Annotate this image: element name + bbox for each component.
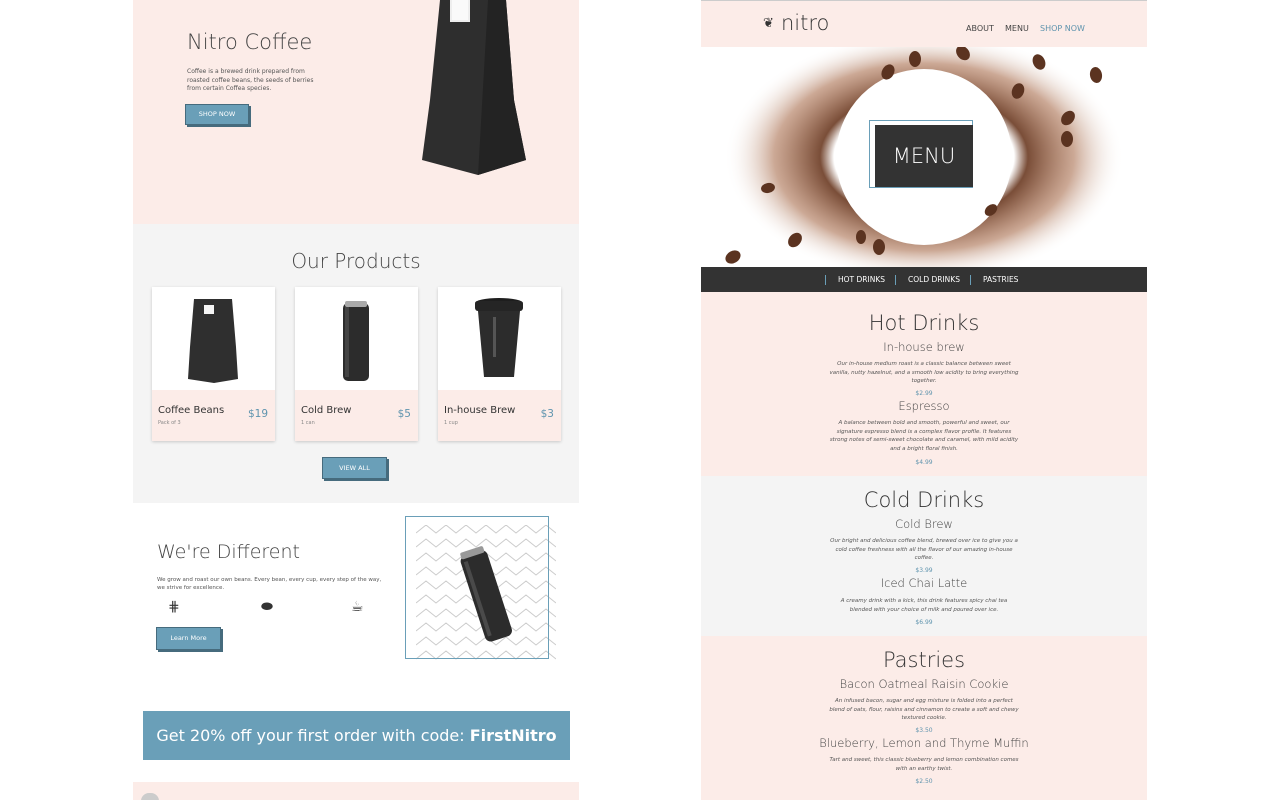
product-name: Coffee Beans bbox=[158, 405, 225, 416]
hero-title: Nitro Coffee bbox=[187, 30, 313, 54]
view-all-button[interactable]: VIEW ALL bbox=[322, 457, 387, 479]
shop-now-button[interactable]: SHOP NOW bbox=[185, 104, 249, 125]
logo[interactable]: nitro bbox=[781, 11, 829, 35]
menu-item-description: A balance between bold and smooth, power… bbox=[829, 420, 1019, 452]
menu-item-name: In-house brew bbox=[883, 340, 965, 354]
product-price: $5 bbox=[397, 408, 411, 420]
menu-item-name: Bacon Oatmeal Raisin Cookie bbox=[839, 677, 1009, 691]
menu-item-description: Our in-house medium roast is a classic b… bbox=[829, 361, 1019, 384]
coffee-cup-icon: ☕ bbox=[351, 599, 364, 615]
product-card[interactable]: In-house Brew 1 cup $3 bbox=[438, 287, 561, 441]
top-nav: ❦ nitro ABOUT MENU SHOP NOW bbox=[701, 0, 1147, 47]
menu-item-price: $2.99 bbox=[915, 390, 933, 397]
cold-brew-can-image bbox=[343, 301, 369, 381]
section-title: Cold Drinks bbox=[863, 488, 985, 512]
product-info: Cold Brew 1 can $5 bbox=[295, 390, 418, 441]
different-section: We're Different We grow and roast our ow… bbox=[133, 503, 579, 683]
menu-item-description: A creamy drink with a kick, this drink f… bbox=[840, 598, 1008, 613]
menu-item-name: Blueberry, Lemon and Thyme Muffin bbox=[819, 736, 1029, 750]
menu-item-price: $4.99 bbox=[915, 459, 933, 466]
tab-pastries[interactable]: PASTRIES bbox=[970, 275, 1018, 285]
menu-page-preview: ❦ nitro ABOUT MENU SHOP NOW MENU HOT DRI… bbox=[701, 0, 1147, 800]
section-title: Pastries bbox=[882, 648, 966, 672]
different-title: We're Different bbox=[157, 541, 300, 563]
product-info: In-house Brew 1 cup $3 bbox=[438, 390, 561, 441]
menu-item-price: $3.50 bbox=[915, 727, 933, 734]
hot-drinks-section: Hot Drinks In-house brew Our in-house me… bbox=[701, 292, 1147, 476]
product-subtitle: 1 cup bbox=[444, 420, 458, 426]
product-subtitle: 1 can bbox=[301, 420, 315, 426]
learn-more-button[interactable]: Learn More bbox=[156, 627, 221, 650]
menu-category-nav: HOT DRINKS COLD DRINKS PASTRIES bbox=[701, 267, 1147, 292]
product-card[interactable]: Cold Brew 1 can $5 bbox=[295, 287, 418, 441]
menu-item-description: An infused bacon, sugar and egg mixture … bbox=[829, 698, 1019, 721]
crops-icon: ⋕ bbox=[168, 599, 180, 615]
product-name: In-house Brew bbox=[444, 405, 516, 416]
menu-item-price: $3.99 bbox=[915, 567, 933, 574]
product-card[interactable]: Coffee Beans Pack of 3 $19 bbox=[152, 287, 275, 441]
nav-link-about[interactable]: ABOUT bbox=[966, 24, 994, 33]
promo-banner: Get 20% off your first order with code: … bbox=[143, 711, 570, 760]
menu-title-box: MENU bbox=[875, 125, 973, 187]
product-price: $3 bbox=[540, 408, 554, 420]
tab-cold-drinks[interactable]: COLD DRINKS bbox=[895, 275, 960, 285]
products-section: Our Products Coffee Beans Pack of 3 $19 … bbox=[133, 224, 579, 503]
different-description: We grow and roast our own beans. Every b… bbox=[157, 577, 382, 591]
footer-logo-icon bbox=[141, 793, 159, 800]
coffee-bag-image bbox=[422, 0, 526, 175]
coffee-cup-image bbox=[475, 298, 523, 377]
product-subtitle: Pack of 3 bbox=[158, 420, 181, 426]
menu-item-name: Espresso bbox=[898, 399, 950, 413]
promo-text: Get 20% off your first order with code: bbox=[156, 726, 470, 745]
tab-hot-drinks[interactable]: HOT DRINKS bbox=[825, 275, 885, 285]
product-price: $19 bbox=[247, 408, 268, 420]
image-frame bbox=[405, 516, 549, 659]
hero-section: Nitro Coffee Coffee is a brewed drink pr… bbox=[133, 0, 579, 224]
menu-item-name: Iced Chai Latte bbox=[880, 576, 968, 590]
nav-link-menu[interactable]: MENU bbox=[1005, 24, 1029, 33]
pastries-section: Pastries Bacon Oatmeal Raisin Cookie An … bbox=[701, 636, 1147, 800]
menu-hero: MENU bbox=[701, 47, 1147, 267]
promo-code: FirstNitro bbox=[469, 726, 557, 745]
nav-link-shop-now[interactable]: SHOP NOW bbox=[1040, 24, 1085, 33]
product-info: Coffee Beans Pack of 3 $19 bbox=[152, 390, 275, 441]
section-title: Hot Drinks bbox=[868, 311, 980, 335]
coffee-bean-icon: ⬬ bbox=[261, 599, 273, 615]
coffee-bean-logo-icon: ❦ bbox=[763, 16, 774, 31]
products-title: Our Products bbox=[291, 249, 421, 273]
product-name: Cold Brew bbox=[301, 405, 352, 416]
menu-item-description: Tart and sweet, this classic blueberry a… bbox=[829, 757, 1019, 772]
coffee-bag-image bbox=[188, 299, 238, 383]
menu-item-price: $2.50 bbox=[915, 778, 933, 785]
landing-page-preview: Nitro Coffee Coffee is a brewed drink pr… bbox=[133, 0, 579, 800]
hero-description: Coffee is a brewed drink prepared from r… bbox=[187, 68, 314, 92]
menu-item-price: $6.99 bbox=[915, 619, 933, 626]
cold-drinks-section: Cold Drinks Cold Brew Our bright and del… bbox=[701, 476, 1147, 636]
footer bbox=[133, 782, 579, 800]
menu-item-name: Cold Brew bbox=[895, 517, 953, 531]
menu-item-description: Our bright and delicious coffee blend, b… bbox=[830, 538, 1018, 561]
